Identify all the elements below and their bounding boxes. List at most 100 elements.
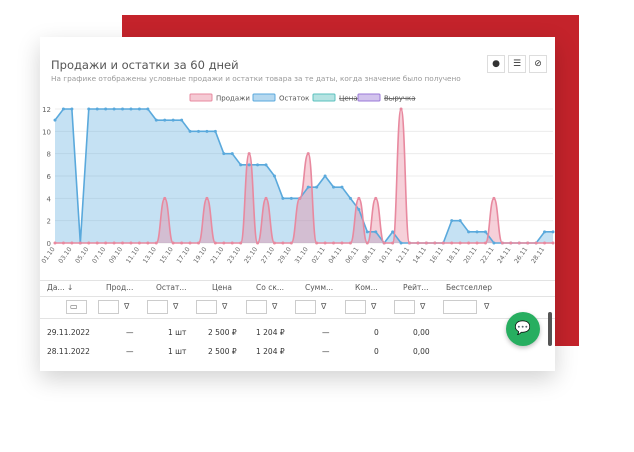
stock-point	[306, 185, 310, 189]
x-tick-label: 23.10	[226, 246, 242, 265]
filter-icon[interactable]: ∇	[484, 300, 489, 314]
stock-point	[483, 230, 487, 234]
chat-button[interactable]: 💬	[506, 312, 540, 346]
column-header-stock[interactable]: Остат...	[156, 280, 187, 296]
cell-price: 2 500 ₽	[208, 328, 237, 337]
column-header-commission[interactable]: Ком...	[355, 280, 378, 296]
sales-point	[180, 241, 184, 245]
bestseller-filter-input[interactable]	[443, 300, 477, 314]
stock-point	[53, 118, 57, 122]
pin-icon[interactable]: ●	[487, 55, 505, 73]
x-tick-label: 13.10	[142, 246, 158, 265]
discount-filter-input[interactable]	[246, 300, 267, 314]
filter-icon[interactable]: ∇	[420, 300, 425, 314]
rating-filter-input[interactable]	[394, 300, 415, 314]
x-tick-label: 01.10	[41, 246, 57, 265]
filter-icon[interactable]: ∇	[371, 300, 376, 314]
legend-swatch	[312, 93, 336, 102]
stock-point	[450, 219, 454, 223]
column-header-rating[interactable]: Рейт...	[403, 280, 429, 296]
sales-point	[357, 196, 361, 200]
sales-point	[154, 241, 158, 245]
price-filter-input[interactable]	[196, 300, 217, 314]
stock-point	[213, 129, 217, 133]
sales-point	[104, 241, 108, 245]
filter-icon[interactable]: ∇	[272, 300, 277, 314]
filter-icon[interactable]: ∇	[222, 300, 227, 314]
x-tick-label: 03.10	[57, 246, 73, 265]
sales-point	[340, 241, 344, 245]
x-tick-label: 21.10	[209, 246, 225, 265]
sales-point	[112, 241, 116, 245]
sales-point	[475, 241, 479, 245]
calendar-icon[interactable]: ▭	[70, 300, 78, 314]
x-tick-label: 04.11	[328, 246, 344, 265]
column-header-sales[interactable]: Прод...	[106, 280, 133, 296]
column-header-date[interactable]: Да... ↓	[47, 280, 73, 296]
stock-point	[171, 118, 175, 122]
x-tick-label: 24.11	[496, 246, 512, 265]
sales-point	[70, 241, 74, 245]
sales-point	[222, 241, 226, 245]
sales-point	[332, 241, 336, 245]
sales-point	[239, 241, 243, 245]
filter-icon[interactable]: ∇	[321, 300, 326, 314]
sales-point	[306, 152, 310, 156]
cell-date: 28.11.2022	[47, 347, 90, 356]
sales-point	[272, 241, 276, 245]
stock-point	[492, 241, 496, 245]
sales-point	[196, 241, 200, 245]
sales-point	[264, 196, 268, 200]
x-tick-label: 12.11	[395, 246, 411, 265]
sales-point	[441, 241, 445, 245]
cell-commission: 0	[374, 347, 379, 356]
filter-icon[interactable]: ∇	[124, 300, 129, 314]
stock-point	[458, 219, 462, 223]
sales-point	[87, 241, 91, 245]
eye-off-icon[interactable]: ⊘	[529, 55, 547, 73]
stock-point	[129, 107, 133, 111]
x-tick-label: 16.11	[429, 246, 445, 265]
legend-swatch	[357, 93, 381, 102]
sales-point	[315, 241, 319, 245]
x-tick-label: 08.11	[361, 246, 377, 265]
sales-point	[78, 241, 82, 245]
column-header-price[interactable]: Цена	[212, 280, 232, 296]
stock-point	[95, 107, 99, 111]
sales-point	[281, 241, 285, 245]
sales-point	[543, 241, 547, 245]
stock-point	[391, 230, 395, 234]
sales-point	[500, 241, 504, 245]
x-tick-label: 11.10	[125, 246, 141, 265]
sales-stock-chart: 024681012Продажи Остаток Цена Выручка01.10 0…	[41, 93, 555, 265]
filter-icon[interactable]: ∇	[173, 300, 178, 314]
y-tick-label: 10	[42, 128, 51, 136]
legend-swatch	[252, 93, 276, 102]
stock-filter-input[interactable]	[147, 300, 168, 314]
sales-point	[483, 241, 487, 245]
list-icon[interactable]: ☰	[508, 55, 526, 73]
cell-rating: 0,00	[413, 328, 430, 337]
column-header-sum[interactable]: Сумм...	[305, 280, 333, 296]
cell-rating: 0,00	[413, 347, 430, 356]
panel-toolbar: ● ☰ ⊘	[484, 55, 547, 73]
stock-point	[180, 118, 184, 122]
sales-point	[323, 241, 327, 245]
stock-point	[323, 174, 327, 178]
x-tick-label: 10.11	[378, 246, 394, 265]
sales-filter-input[interactable]	[98, 300, 119, 314]
sales-point	[146, 241, 150, 245]
sales-point	[298, 196, 302, 200]
commission-filter-input[interactable]	[345, 300, 366, 314]
sales-point	[256, 241, 260, 245]
column-header-bestseller[interactable]: Бестселлер	[446, 280, 492, 296]
table-scrollbar[interactable]	[548, 312, 552, 346]
sales-point	[526, 241, 530, 245]
sales-point	[163, 196, 167, 200]
sales-point	[230, 241, 234, 245]
stock-point	[475, 230, 479, 234]
column-header-discount-price[interactable]: Со ск...	[256, 280, 284, 296]
x-tick-label: 07.10	[91, 246, 107, 265]
x-tick-label: 19.10	[192, 246, 208, 265]
sum-filter-input[interactable]	[295, 300, 316, 314]
